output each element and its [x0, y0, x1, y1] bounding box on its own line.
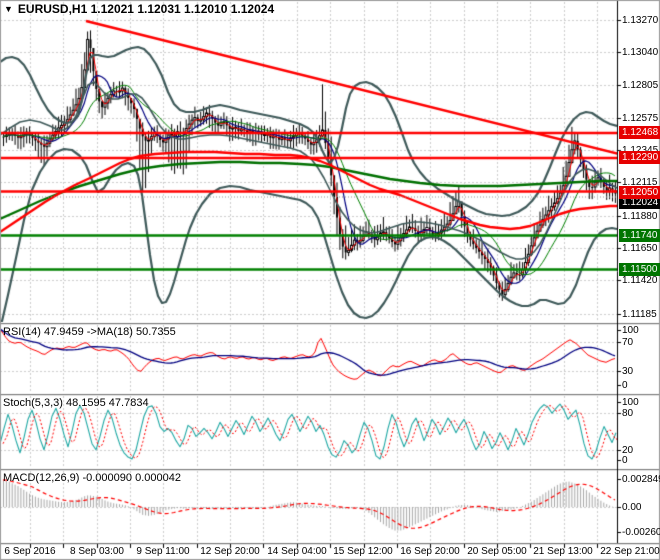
- chart-window: ▼ EURUSD,H1 1.12021 1.12031 1.12010 1.120…: [0, 0, 660, 560]
- stoch-indicator-label: Stoch(5,3,3) 48.1595 47.7834: [3, 397, 149, 409]
- time-tick-label: 8 Sep 03:00: [70, 546, 124, 557]
- chart-title-bar: ▼ EURUSD,H1 1.12021 1.12031 1.12010 1.120…: [4, 2, 274, 16]
- time-tick-label: 9 Sep 11:00: [136, 546, 190, 557]
- price-tick-label: 0.00: [622, 501, 642, 513]
- time-tick-label: 15 Sep 12:00: [333, 546, 393, 557]
- price-tick-label: 1.13270: [622, 14, 659, 26]
- price-level-badge-sup: 1.11500: [619, 263, 660, 276]
- price-tick-label: 30: [622, 365, 634, 377]
- price-tick-label: 1.11420: [622, 274, 658, 286]
- price-tick-label: 1.11880: [622, 210, 658, 222]
- symbol-dropdown-icon[interactable]: ▼: [4, 4, 13, 14]
- price-level-badge-res: 1.12050: [619, 186, 660, 199]
- price-tick-label: 1.13040: [622, 46, 659, 58]
- price-tick-label: 100: [622, 324, 639, 336]
- price-tick-label: 1.12575: [622, 112, 659, 124]
- price-level-badge-sup: 1.11740: [619, 229, 660, 242]
- price-level-badge-res: 1.12468: [619, 126, 660, 139]
- price-tick-label: 0.002849: [622, 473, 660, 485]
- price-tick-label: 0: [622, 454, 628, 466]
- price-tick-label: 80: [622, 407, 634, 419]
- price-tick-label: 1.11650: [622, 242, 658, 254]
- price-tick-label: 1.11185: [622, 308, 657, 320]
- price-tick-label: 70: [622, 336, 634, 348]
- time-tick-label: 14 Sep 04:00: [267, 546, 327, 557]
- time-tick-label: 22 Sep 21:00: [600, 546, 660, 557]
- rsi-indicator-label: RSI(14) 47.9459 ->MA(18) 50.7355: [3, 326, 176, 338]
- price-tick-label: 1.12805: [622, 79, 659, 91]
- price-tick-label: 100: [622, 396, 639, 408]
- time-tick-label: 12 Sep 20:00: [200, 546, 260, 557]
- price-tick-label: -0.002605: [622, 526, 660, 538]
- time-tick-label: 21 Sep 13:00: [533, 546, 593, 557]
- price-level-badge-res: 1.12290: [619, 151, 660, 164]
- macd-indicator-label: MACD(12,26,9) -0.000090 0.000042: [3, 472, 181, 484]
- time-tick-label: 6 Sep 2016: [4, 546, 56, 557]
- time-tick-label: 20 Sep 05:00: [467, 546, 527, 557]
- price-tick-label: 0: [622, 379, 628, 391]
- time-tick-label: 16 Sep 20:00: [400, 546, 460, 557]
- symbol-ohlc-title: EURUSD,H1 1.12021 1.12031 1.12010 1.1202…: [17, 2, 275, 16]
